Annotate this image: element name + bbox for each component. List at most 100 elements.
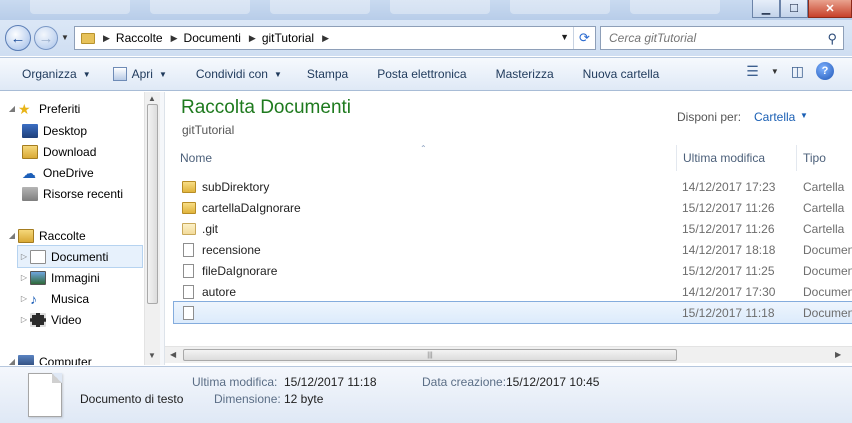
chevron-down-icon[interactable]: ▼ <box>560 32 569 42</box>
recent-pages-dropdown[interactable]: ▼ <box>61 33 69 42</box>
file-row[interactable]: 15/12/2017 11:18 Documento <box>173 301 852 324</box>
file-row[interactable]: .git 15/12/2017 11:26 Cartella <box>174 218 852 239</box>
share-with-button[interactable]: Condividi con ▼ <box>178 61 293 87</box>
background-tab[interactable] <box>630 0 720 14</box>
library-subtitle: gitTutorial <box>182 123 235 137</box>
preview-pane-icon[interactable]: ◫ <box>791 63 804 80</box>
chevron-right-icon[interactable]: ▶ <box>249 33 256 44</box>
nav-item-preferiti[interactable]: ◢ ★ Preferiti <box>6 98 80 119</box>
back-button[interactable]: ← <box>5 25 31 51</box>
file-row[interactable]: fileDaIgnorare 15/12/2017 11:25 Documento <box>174 260 852 281</box>
expand-icon[interactable]: ▷ <box>18 252 30 261</box>
nav-item-video[interactable]: ▷ Video <box>18 309 81 330</box>
file-name-cell: cartellaDaIgnorare <box>174 201 677 215</box>
view-options-icon[interactable]: ☰ <box>746 63 759 80</box>
file-row[interactable]: recensione 14/12/2017 18:18 Documento <box>174 239 852 260</box>
nav-item-computer[interactable]: ◢ Computer <box>6 351 92 365</box>
share-with-label: Condividi con <box>195 67 268 81</box>
file-type: Documento di testo <box>80 392 184 406</box>
breadcrumb-gittutorial[interactable]: gitTutorial <box>262 31 314 45</box>
file-modified: 15/12/2017 11:26 <box>682 200 775 215</box>
file-modified: 15/12/2017 11:26 <box>682 221 775 236</box>
chevron-down-icon[interactable]: ▼ <box>771 67 779 76</box>
background-tab[interactable] <box>270 0 370 14</box>
file-type: Documento <box>803 284 852 299</box>
scroll-right-icon[interactable]: ▶ <box>835 350 841 359</box>
nav-item-immagini[interactable]: ▷ Immagini <box>18 267 100 288</box>
modified-label: Ultima modifica: <box>192 375 278 389</box>
new-folder-button[interactable]: Nuova cartella <box>565 61 671 87</box>
collapse-icon[interactable]: ◢ <box>6 231 18 240</box>
nav-item-documenti[interactable]: ▷ Documenti <box>17 245 143 268</box>
background-tab[interactable] <box>30 0 130 14</box>
arrange-by-dropdown[interactable]: Cartella <box>754 110 795 124</box>
expand-icon[interactable]: ▷ <box>18 315 30 324</box>
chevron-down-icon[interactable]: ▼ <box>800 111 808 120</box>
chevron-right-icon[interactable]: ▶ <box>322 33 329 44</box>
expand-icon[interactable]: ▷ <box>18 273 30 282</box>
nav-item-musica[interactable]: ▷ ♪ Musica <box>18 288 89 309</box>
collapse-icon[interactable]: ◢ <box>6 357 18 365</box>
file-name-cell: subDirektory <box>174 180 677 194</box>
search-input[interactable] <box>609 31 809 45</box>
onedrive-icon: ☁ <box>22 164 36 181</box>
file-name-cell: fileDaIgnorare <box>174 263 677 278</box>
arrange-by-label: Disponi per: <box>677 110 742 124</box>
nav-item-label: OneDrive <box>43 165 94 180</box>
close-button[interactable]: ✕ <box>808 0 852 18</box>
nav-scrollbar[interactable]: ▲ ▼ <box>144 92 160 365</box>
file-row[interactable]: cartellaDaIgnorare 15/12/2017 11:26 Cartel… <box>174 197 852 218</box>
file-row[interactable]: autore 14/12/2017 17:30 Documento <box>174 281 852 302</box>
search-icon[interactable]: ⚲ <box>827 31 837 47</box>
nav-item-recent[interactable]: Risorse recenti <box>22 183 123 204</box>
nav-item-onedrive[interactable]: ☁ OneDrive <box>22 162 94 183</box>
burn-label: Masterizza <box>495 67 554 81</box>
help-icon[interactable]: ? <box>816 62 834 80</box>
burn-button[interactable]: Masterizza <box>478 61 565 87</box>
nav-item-download[interactable]: Download <box>22 141 96 162</box>
horizontal-scrollbar[interactable]: ◀ ||| ▶ <box>165 346 852 363</box>
background-tab[interactable] <box>390 0 490 14</box>
address-bar[interactable]: ▶ Raccolte ▶ Documenti ▶ gitTutorial ▶ ▼… <box>74 26 596 50</box>
background-tab[interactable] <box>150 0 250 14</box>
print-button[interactable]: Stampa <box>293 61 359 87</box>
chevron-down-icon: ▼ <box>158 69 167 79</box>
chevron-right-icon[interactable]: ▶ <box>171 33 178 44</box>
file-name-cell <box>174 305 677 320</box>
forward-button[interactable]: → <box>34 26 58 50</box>
expand-icon[interactable]: ▷ <box>18 294 30 303</box>
column-name[interactable]: Nome <box>174 145 677 171</box>
maximize-button[interactable]: ☐ <box>780 0 808 18</box>
file-row[interactable]: subDirektory 14/12/2017 17:23 Cartella <box>174 176 852 197</box>
chevron-right-icon[interactable]: ▶ <box>103 33 110 44</box>
scroll-thumb[interactable]: ||| <box>183 349 677 361</box>
size-label: Dimensione: <box>214 392 281 406</box>
column-type[interactable]: Tipo <box>797 145 852 171</box>
refresh-button[interactable]: ⟳ <box>573 27 595 49</box>
scroll-left-icon[interactable]: ◀ <box>170 350 176 359</box>
file-icon <box>183 263 194 278</box>
folder-icon <box>81 32 95 44</box>
email-button[interactable]: Posta elettronica <box>359 61 477 87</box>
scroll-thumb[interactable] <box>147 104 158 304</box>
breadcrumb-documenti[interactable]: Documenti <box>184 31 241 45</box>
minimize-button[interactable]: ▁ <box>752 0 780 18</box>
breadcrumb-raccolte[interactable]: Raccolte <box>116 31 163 45</box>
nav-item-raccolte[interactable]: ◢ Raccolte <box>6 225 86 246</box>
background-tab[interactable] <box>510 0 610 14</box>
file-modified: 14/12/2017 18:18 <box>682 242 776 257</box>
command-bar: Organizza ▼ Apri ▼ Condividi con ▼ Stampa P… <box>0 57 852 91</box>
open-button[interactable]: Apri ▼ <box>102 61 178 87</box>
organize-button[interactable]: Organizza ▼ <box>0 61 102 87</box>
address-toolbar: ← → ▼ ▶ Raccolte ▶ Documenti ▶ gitTutori… <box>0 20 852 56</box>
file-name: recensione <box>202 242 261 257</box>
nav-item-desktop[interactable]: Desktop <box>22 120 87 141</box>
scroll-down-icon[interactable]: ▼ <box>148 351 156 360</box>
desktop-icon <box>22 123 38 138</box>
scroll-up-icon[interactable]: ▲ <box>148 94 156 103</box>
size-value: 12 byte <box>284 392 324 406</box>
column-modified[interactable]: Ultima modifica <box>677 145 797 171</box>
folder-icon <box>182 222 196 235</box>
collapse-icon[interactable]: ◢ <box>6 104 18 113</box>
nav-item-label: Musica <box>51 291 90 306</box>
